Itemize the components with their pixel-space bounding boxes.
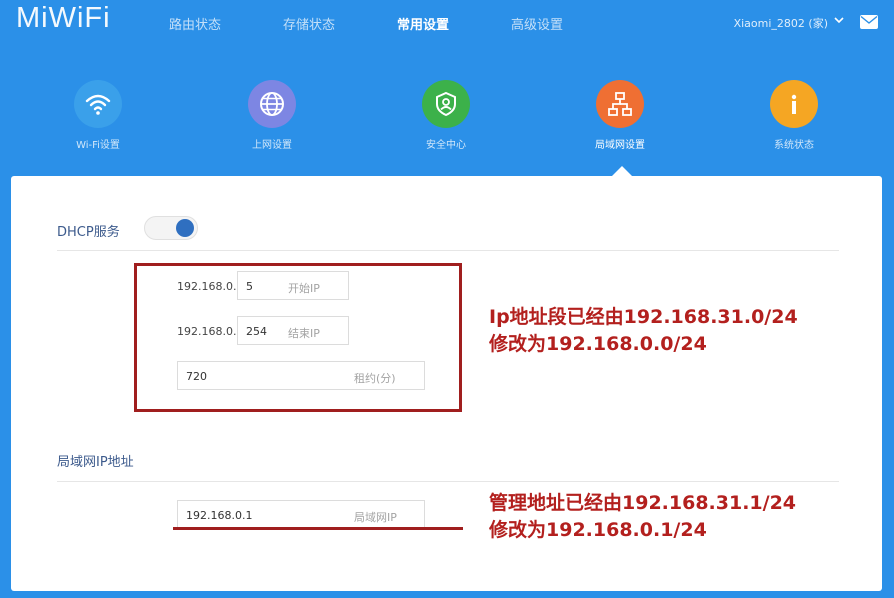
category-label: Wi-Fi设置 — [76, 140, 120, 151]
globe-icon — [248, 80, 296, 128]
lan-ip-input[interactable]: 192.168.0.1 局域网IP — [177, 500, 425, 529]
nav-router-status[interactable]: 路由状态 — [169, 14, 221, 33]
category-label: 系统状态 — [774, 140, 814, 151]
category-security-center[interactable]: 安全中心 — [386, 80, 506, 151]
category-label: 安全中心 — [426, 140, 466, 151]
mail-icon[interactable] — [860, 15, 878, 29]
lan-ip-section-title: 局域网IP地址 — [57, 455, 134, 470]
info-icon — [770, 80, 818, 128]
lan-ip-annotation: 管理地址已经由192.168.31.1/24 修改为192.168.0.1/24 — [489, 490, 796, 544]
annotation-line: 管理地址已经由192.168.31.1/24 — [489, 492, 797, 514]
category-system-status[interactable]: 系统状态 — [734, 80, 854, 151]
annotation-line: 修改为192.168.0.0/24 — [489, 333, 707, 355]
category-lan-settings[interactable]: 局域网设置 — [560, 80, 680, 151]
chevron-down-icon[interactable] — [834, 15, 844, 25]
dhcp-section-title: DHCP服务 — [57, 225, 120, 240]
shield-user-icon — [422, 80, 470, 128]
active-category-pointer — [612, 166, 632, 176]
lan-ip-value: 192.168.0.1 — [186, 509, 253, 522]
category-label: 上网设置 — [252, 140, 292, 151]
nav-storage-status[interactable]: 存储状态 — [283, 14, 335, 33]
lan-ip-placeholder: 局域网IP — [354, 511, 397, 524]
dhcp-toggle[interactable] — [144, 216, 198, 240]
lan-settings-panel: DHCP服务 192.168.0. 5 开始IP 192.168.0. 254 … — [11, 176, 882, 591]
annotation-line: Ip地址段已经由192.168.31.0/24 — [489, 306, 798, 328]
router-name-selector[interactable]: Xiaomi_2802 (家) — [734, 15, 828, 31]
annotation-underline — [173, 527, 463, 530]
category-label: 局域网设置 — [595, 140, 645, 151]
wifi-icon — [74, 80, 122, 128]
annotation-highlight-box — [134, 263, 462, 412]
network-icon — [596, 80, 644, 128]
dhcp-annotation: Ip地址段已经由192.168.31.0/24 修改为192.168.0.0/2… — [489, 304, 798, 358]
nav-common-settings[interactable]: 常用设置 — [397, 14, 449, 33]
nav-advanced-settings[interactable]: 高级设置 — [511, 14, 563, 33]
category-internet-settings[interactable]: 上网设置 — [212, 80, 332, 151]
divider — [57, 481, 839, 482]
annotation-line: 修改为192.168.0.1/24 — [489, 519, 707, 541]
divider — [57, 250, 839, 251]
toggle-knob — [176, 219, 194, 237]
category-wifi-settings[interactable]: Wi-Fi设置 — [38, 80, 158, 151]
